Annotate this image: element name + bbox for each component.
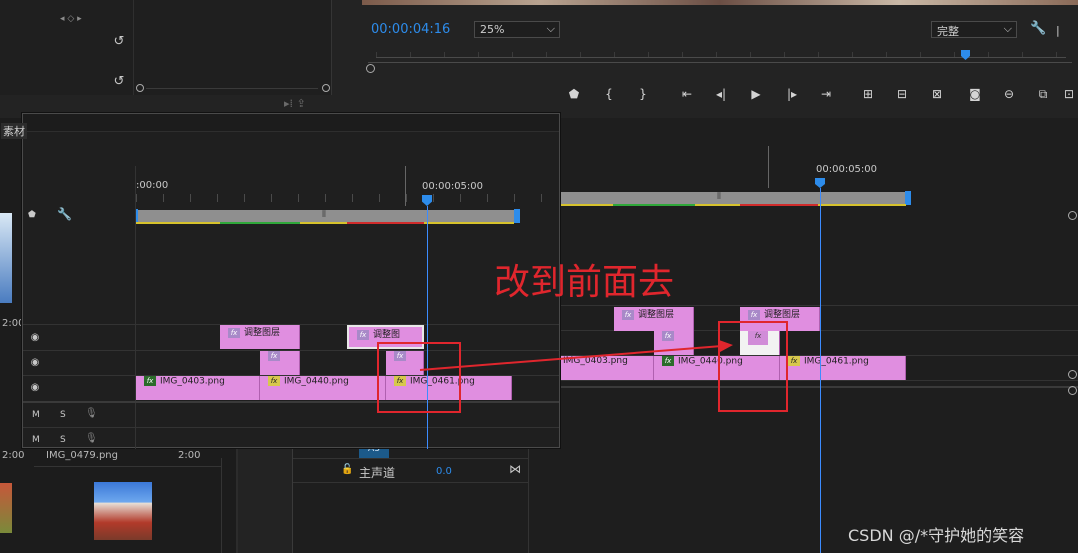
watermark: CSDN @/*守护她的笑容	[848, 526, 1025, 545]
annotation-text: 改到前面去	[494, 262, 675, 303]
